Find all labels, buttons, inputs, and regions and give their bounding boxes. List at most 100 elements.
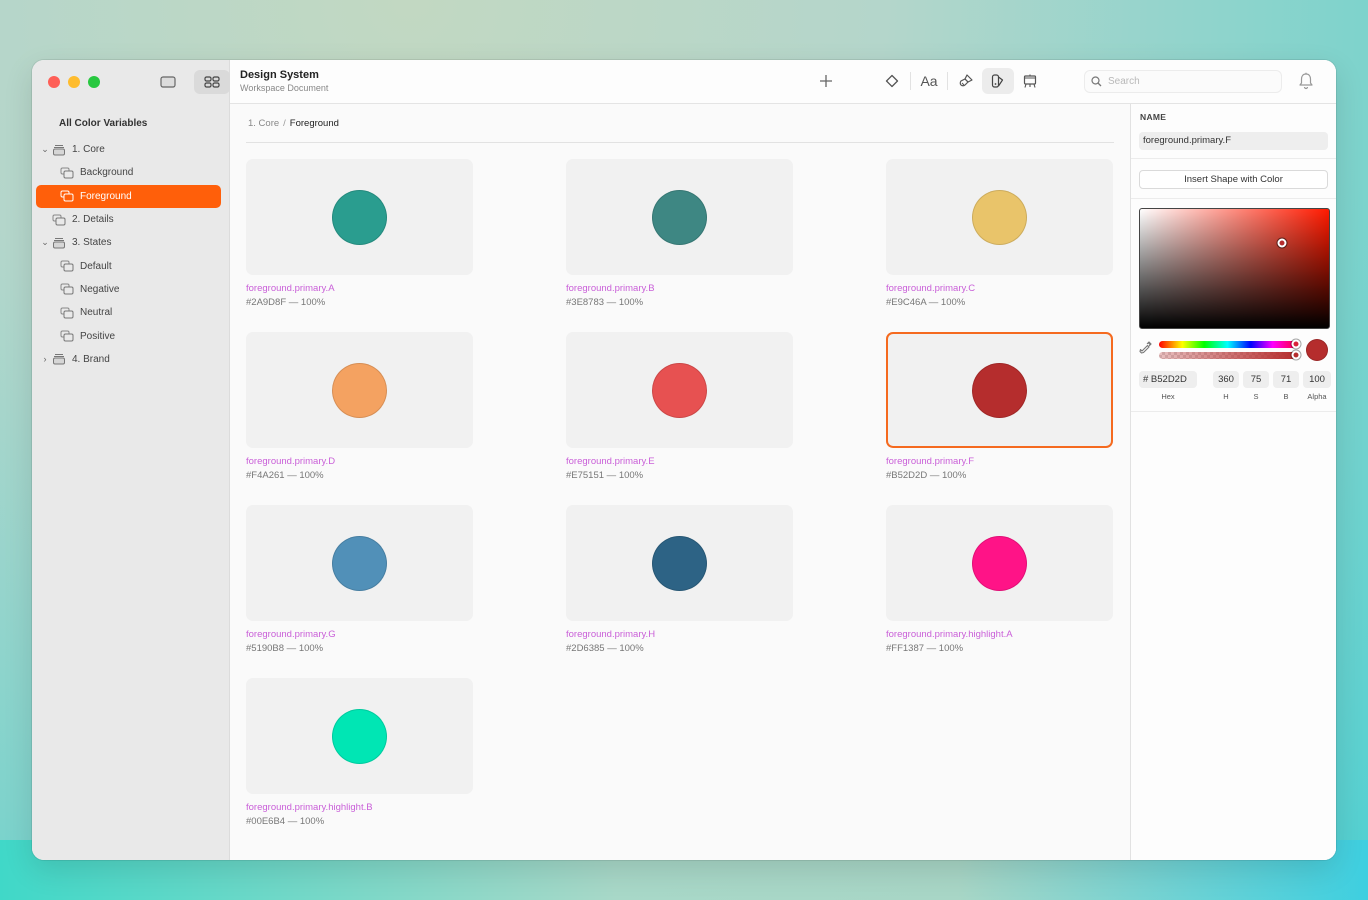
swatch-preview[interactable] [566, 159, 793, 275]
components-button[interactable] [876, 68, 908, 94]
hue-slider-knob[interactable] [1291, 339, 1301, 349]
search-input[interactable] [1108, 76, 1268, 87]
swatch-card[interactable]: foreground.primary.G #5190B8 — 100% [246, 505, 473, 678]
tree-item-negative[interactable]: Negative [36, 278, 221, 301]
window-controls [48, 76, 100, 88]
swatch-value: #00E6B4 — 100% [246, 816, 325, 827]
color-fields: Hex H S B [1139, 370, 1331, 401]
swatch-preview[interactable] [566, 332, 793, 448]
swatch-card[interactable]: foreground.primary.C #E9C46A — 100% [886, 159, 1113, 332]
swatch-card[interactable]: foreground.primary.B #3E8783 — 100% [566, 159, 793, 332]
toolbar-tools: Aa [810, 68, 1046, 94]
document-name: Design System [240, 69, 319, 81]
name-label: NAME [1140, 112, 1167, 122]
grid-view-button[interactable] [194, 70, 230, 94]
alpha-slider-knob[interactable] [1291, 350, 1301, 360]
tree-item-neutral[interactable]: Neutral [36, 301, 221, 324]
breadcrumb-current: Foreground [289, 118, 339, 129]
tree-label: 2. Details [72, 214, 114, 226]
add-button[interactable] [810, 68, 842, 94]
alpha-input[interactable] [1303, 370, 1331, 388]
swatch-canvas: 1. Core / Foreground foreground.primary.A #… [230, 104, 1130, 860]
tree-label: Default [80, 260, 112, 272]
tree-label: 4. Brand [72, 353, 110, 365]
group-stack-icon [52, 237, 66, 249]
tree-item-foreground[interactable]: Foreground [36, 184, 221, 208]
swatch-palette-icon [991, 74, 1004, 88]
saturation-input[interactable] [1243, 370, 1269, 388]
swatch-value: #2A9D8F — 100% [246, 297, 326, 308]
breadcrumb-parent[interactable]: 1. Core [248, 118, 279, 129]
hue-field-group: H [1213, 370, 1239, 401]
zoom-window-button[interactable] [88, 76, 100, 88]
chevron-down-icon[interactable]: ⌄ [38, 144, 52, 155]
eyedropper-button[interactable] [1139, 340, 1155, 359]
tree-group-brand[interactable]: › 4. Brand [36, 348, 221, 371]
swatch-preview[interactable] [246, 505, 473, 621]
color-picker: Hex H S B [1131, 199, 1336, 412]
swatch-preview[interactable] [886, 332, 1113, 448]
swatch-preview[interactable] [246, 678, 473, 794]
swatch-name: foreground.primary.G [246, 629, 336, 640]
swatch-name: foreground.primary.H [566, 629, 656, 640]
tree-group-states[interactable]: ⌄ 3. States [36, 231, 221, 254]
name-field[interactable] [1139, 131, 1328, 150]
saturation-label: S [1253, 391, 1259, 401]
chevron-down-icon[interactable]: ⌄ [38, 237, 52, 248]
alpha-field-group: Alpha [1303, 370, 1331, 401]
alpha-slider[interactable] [1159, 350, 1301, 360]
tree-label: Foreground [80, 190, 132, 202]
swatch-preview[interactable] [886, 505, 1113, 621]
text-styles-button[interactable]: Aa [913, 68, 945, 94]
all-color-variables[interactable]: All Color Variables [36, 114, 221, 138]
single-view-button[interactable] [150, 70, 186, 94]
sliders-row [1139, 338, 1328, 361]
diamond-icon [885, 74, 899, 88]
insert-shape-button[interactable]: Insert Shape with Color [1139, 169, 1328, 189]
document-title: Design System Workspace Document [240, 69, 328, 93]
swatch-card[interactable]: foreground.primary.E #E75151 — 100% [566, 332, 793, 505]
color-circle [972, 362, 1027, 418]
tree-group-details[interactable]: 2. Details [36, 208, 221, 231]
swatch-preview[interactable] [246, 159, 473, 275]
tree-item-background[interactable]: Background [36, 161, 221, 184]
search-field[interactable] [1084, 70, 1282, 93]
tree-group-core[interactable]: ⌄ 1. Core [36, 138, 221, 161]
chevron-right-icon[interactable]: › [38, 354, 52, 364]
swatch-card[interactable]: foreground.primary.D #F4A261 — 100% [246, 332, 473, 505]
swatch-card[interactable]: foreground.primary.highlight.B #00E6B4 — … [246, 678, 473, 851]
swatch-card[interactable]: foreground.primary.H #2D6385 — 100% [566, 505, 793, 678]
divider [910, 72, 911, 90]
tree-item-positive[interactable]: Positive [36, 324, 221, 347]
swatch-name: foreground.primary.highlight.B [246, 802, 373, 813]
color-picker-handle[interactable] [1277, 238, 1287, 248]
swatch-card-selected[interactable]: foreground.primary.F #B52D2D — 100% [886, 332, 1113, 505]
swatch-card[interactable]: foreground.primary.A #2A9D8F — 100% [246, 159, 473, 332]
color-variables-button[interactable] [982, 68, 1014, 94]
hex-field-group: Hex [1139, 370, 1197, 401]
swatch-preview[interactable] [246, 332, 473, 448]
swatch-preview[interactable] [886, 159, 1113, 275]
swatch-value: #3E8783 — 100% [566, 297, 644, 308]
brightness-input[interactable] [1273, 370, 1299, 388]
inspector-panel: NAME Insert Shape with Color [1130, 104, 1336, 860]
swatch-preview[interactable] [566, 505, 793, 621]
grid-view-icon [204, 76, 220, 88]
minimize-window-button[interactable] [68, 76, 80, 88]
variable-tree: All Color Variables ⌄ 1. Core Background… [36, 114, 221, 371]
single-view-icon [160, 76, 176, 88]
tree-item-default[interactable]: Default [36, 254, 221, 277]
bell-icon [1299, 72, 1313, 90]
notifications-button[interactable] [1298, 72, 1314, 95]
swatch-name: foreground.primary.highlight.A [886, 629, 1013, 640]
hex-label: Hex [1161, 391, 1175, 401]
saturation-brightness-picker[interactable] [1139, 207, 1330, 329]
layer-styles-button[interactable] [950, 68, 982, 94]
swatch-card[interactable]: foreground.primary.highlight.A #FF1387 — … [886, 505, 1113, 678]
presentation-button[interactable] [1014, 68, 1046, 94]
hue-input[interactable] [1213, 370, 1239, 388]
tree-label: Neutral [80, 307, 113, 319]
close-window-button[interactable] [48, 76, 60, 88]
hex-input[interactable] [1139, 370, 1197, 388]
hue-slider[interactable] [1159, 339, 1301, 349]
